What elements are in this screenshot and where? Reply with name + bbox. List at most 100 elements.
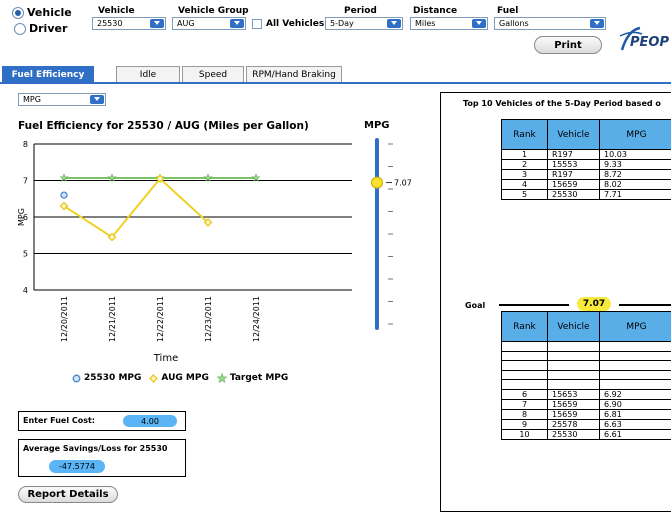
driver-radio[interactable]: Driver: [14, 22, 67, 35]
rank-cell: 1: [501, 149, 548, 160]
print-button-label: Print: [554, 39, 582, 51]
savings-panel: Average Savings/Loss for 25530 -47.5774: [18, 439, 186, 477]
table-row: 1 R197 10.03: [501, 149, 671, 160]
all-vehicles-checkbox[interactable]: [252, 19, 262, 29]
table-row: 9 25578 6.63: [501, 418, 671, 430]
rank-cell: 6: [501, 388, 548, 400]
rank-cell: [501, 360, 548, 371]
distance-select[interactable]: Miles: [410, 17, 488, 30]
fuel-cost-value: 4.00: [141, 416, 159, 426]
mpg-cell: [599, 369, 671, 380]
goal-label: Goal: [465, 301, 486, 310]
x-tick-label: 12/20/2011: [60, 296, 69, 342]
vehicle-label: Vehicle: [98, 6, 135, 16]
tab-label: Fuel Efficiency: [11, 69, 85, 80]
table-row: [501, 369, 671, 380]
table-row: 4 15659 8.02: [501, 179, 671, 190]
tab-idle[interactable]: Idle: [116, 66, 180, 82]
column-header-rank: Rank: [501, 311, 548, 342]
target-mpg-point: [59, 173, 69, 182]
fuel-label: Fuel: [497, 6, 519, 16]
rank-cell: 3: [501, 169, 548, 180]
vehicle-cell: [547, 369, 600, 380]
vehicle-select-value: 25530: [97, 19, 123, 28]
table-row: 7 15659 6.90: [501, 398, 671, 410]
vehicle-cell: [547, 341, 600, 352]
table-row: 5 25530 7.71: [501, 189, 671, 200]
rank-cell: 7: [501, 398, 548, 410]
mpg-cell: 6.92: [599, 388, 671, 400]
table-row: 10 25530 6.61: [501, 428, 671, 440]
report-details-label: Report Details: [27, 489, 109, 500]
table-row: 2 15553 9.33: [501, 159, 671, 170]
goal-value-badge: 7.07: [577, 297, 611, 311]
vehicle-group-select[interactable]: AUG: [172, 17, 246, 30]
aug-mpg-line: [63, 177, 209, 239]
chevron-down-icon: [150, 19, 164, 28]
diamond-marker-icon: [149, 373, 159, 383]
vehicle-cell: 15659: [547, 408, 600, 420]
vehicle-cell: 25530: [547, 189, 600, 200]
vehicle-cell: 15659: [547, 179, 600, 190]
slider-handle[interactable]: [371, 176, 383, 189]
mpg-cell: 6.63: [599, 418, 671, 430]
vehicle-cell: [547, 379, 600, 390]
mpg-cell: [599, 341, 671, 352]
table-row: [501, 379, 671, 390]
vehicle-cell: 15659: [547, 398, 600, 410]
target-mpg-point: [203, 173, 213, 182]
driver-radio-label: Driver: [29, 22, 68, 35]
vehicle-radio-label: Vehicle: [27, 6, 72, 19]
mpg-cell: 6.90: [599, 398, 671, 410]
legend-label: Target MPG: [229, 373, 289, 383]
slider-label: MPG: [364, 120, 390, 131]
metric-select[interactable]: MPG: [18, 93, 106, 106]
goal-line-right: [619, 304, 671, 306]
table-row: [501, 350, 671, 361]
tab-rpm-hand-braking[interactable]: RPM/Hand Braking: [246, 66, 342, 82]
legend-item: AUG MPG: [149, 373, 209, 383]
mpg-cell: 9.33: [599, 159, 671, 170]
chevron-down-icon: [590, 19, 604, 28]
all-vehicles-label: All Vehicles: [266, 19, 325, 29]
vehicle-select[interactable]: 25530: [92, 17, 166, 30]
mpg-cell: 6.61: [599, 428, 671, 440]
table-row: [501, 341, 671, 352]
savings-label: Average Savings/Loss for 25530: [23, 444, 168, 453]
mpg-cell: 6.81: [599, 408, 671, 420]
fuel-cost-panel: Enter Fuel Cost: 4.00: [18, 411, 186, 431]
mpg-slider[interactable]: 7.07: [368, 134, 428, 334]
tab-underline: [0, 82, 671, 84]
rank-cell: 4: [501, 179, 548, 190]
tab-label: Speed: [198, 69, 228, 80]
vehicle-group-label: Vehicle Group: [178, 6, 249, 16]
vehicle-radio[interactable]: Vehicle: [12, 6, 72, 19]
mpg-cell: [599, 379, 671, 390]
target-mpg-point: [251, 173, 261, 182]
fuel-cost-input[interactable]: 4.00: [123, 415, 177, 427]
vehicle-cell: [547, 360, 600, 371]
chevron-down-icon: [387, 19, 401, 28]
fuel-select[interactable]: Gallons: [494, 17, 606, 30]
savings-value-field: -47.5774: [49, 460, 105, 473]
fuel-select-value: Gallons: [499, 19, 529, 28]
mpg-cell: 7.71: [599, 189, 671, 200]
savings-value: -47.5774: [59, 462, 95, 471]
tab-speed[interactable]: Speed: [182, 66, 244, 82]
vehicle-25530-mpg-point: [60, 191, 68, 199]
print-button[interactable]: Print: [534, 36, 602, 54]
fuel-cost-label: Enter Fuel Cost:: [23, 416, 96, 425]
mpg-cell: 8.72: [599, 169, 671, 180]
report-details-button[interactable]: Report Details: [18, 486, 118, 503]
period-select[interactable]: 5-Day: [325, 17, 403, 30]
tab-label: RPM/Hand Braking: [252, 69, 336, 80]
x-tick-label: 12/24/2011: [252, 296, 261, 342]
legend-item: Target MPG: [216, 373, 289, 383]
bottom10-table: Rank Vehicle MPG 6 15653 6.92 7 15659 6.90 8 15…: [501, 311, 671, 440]
y-axis-label: MPG: [17, 208, 26, 226]
rankings-panel: Top 10 Vehicles of the 5-Day Period base…: [440, 92, 671, 512]
legend-item: 25530 MPG: [72, 373, 141, 383]
tab-fuel-efficiency[interactable]: Fuel Efficiency: [2, 66, 94, 82]
column-header-mpg: MPG: [599, 311, 671, 342]
vehicle-cell: R197: [547, 149, 600, 160]
